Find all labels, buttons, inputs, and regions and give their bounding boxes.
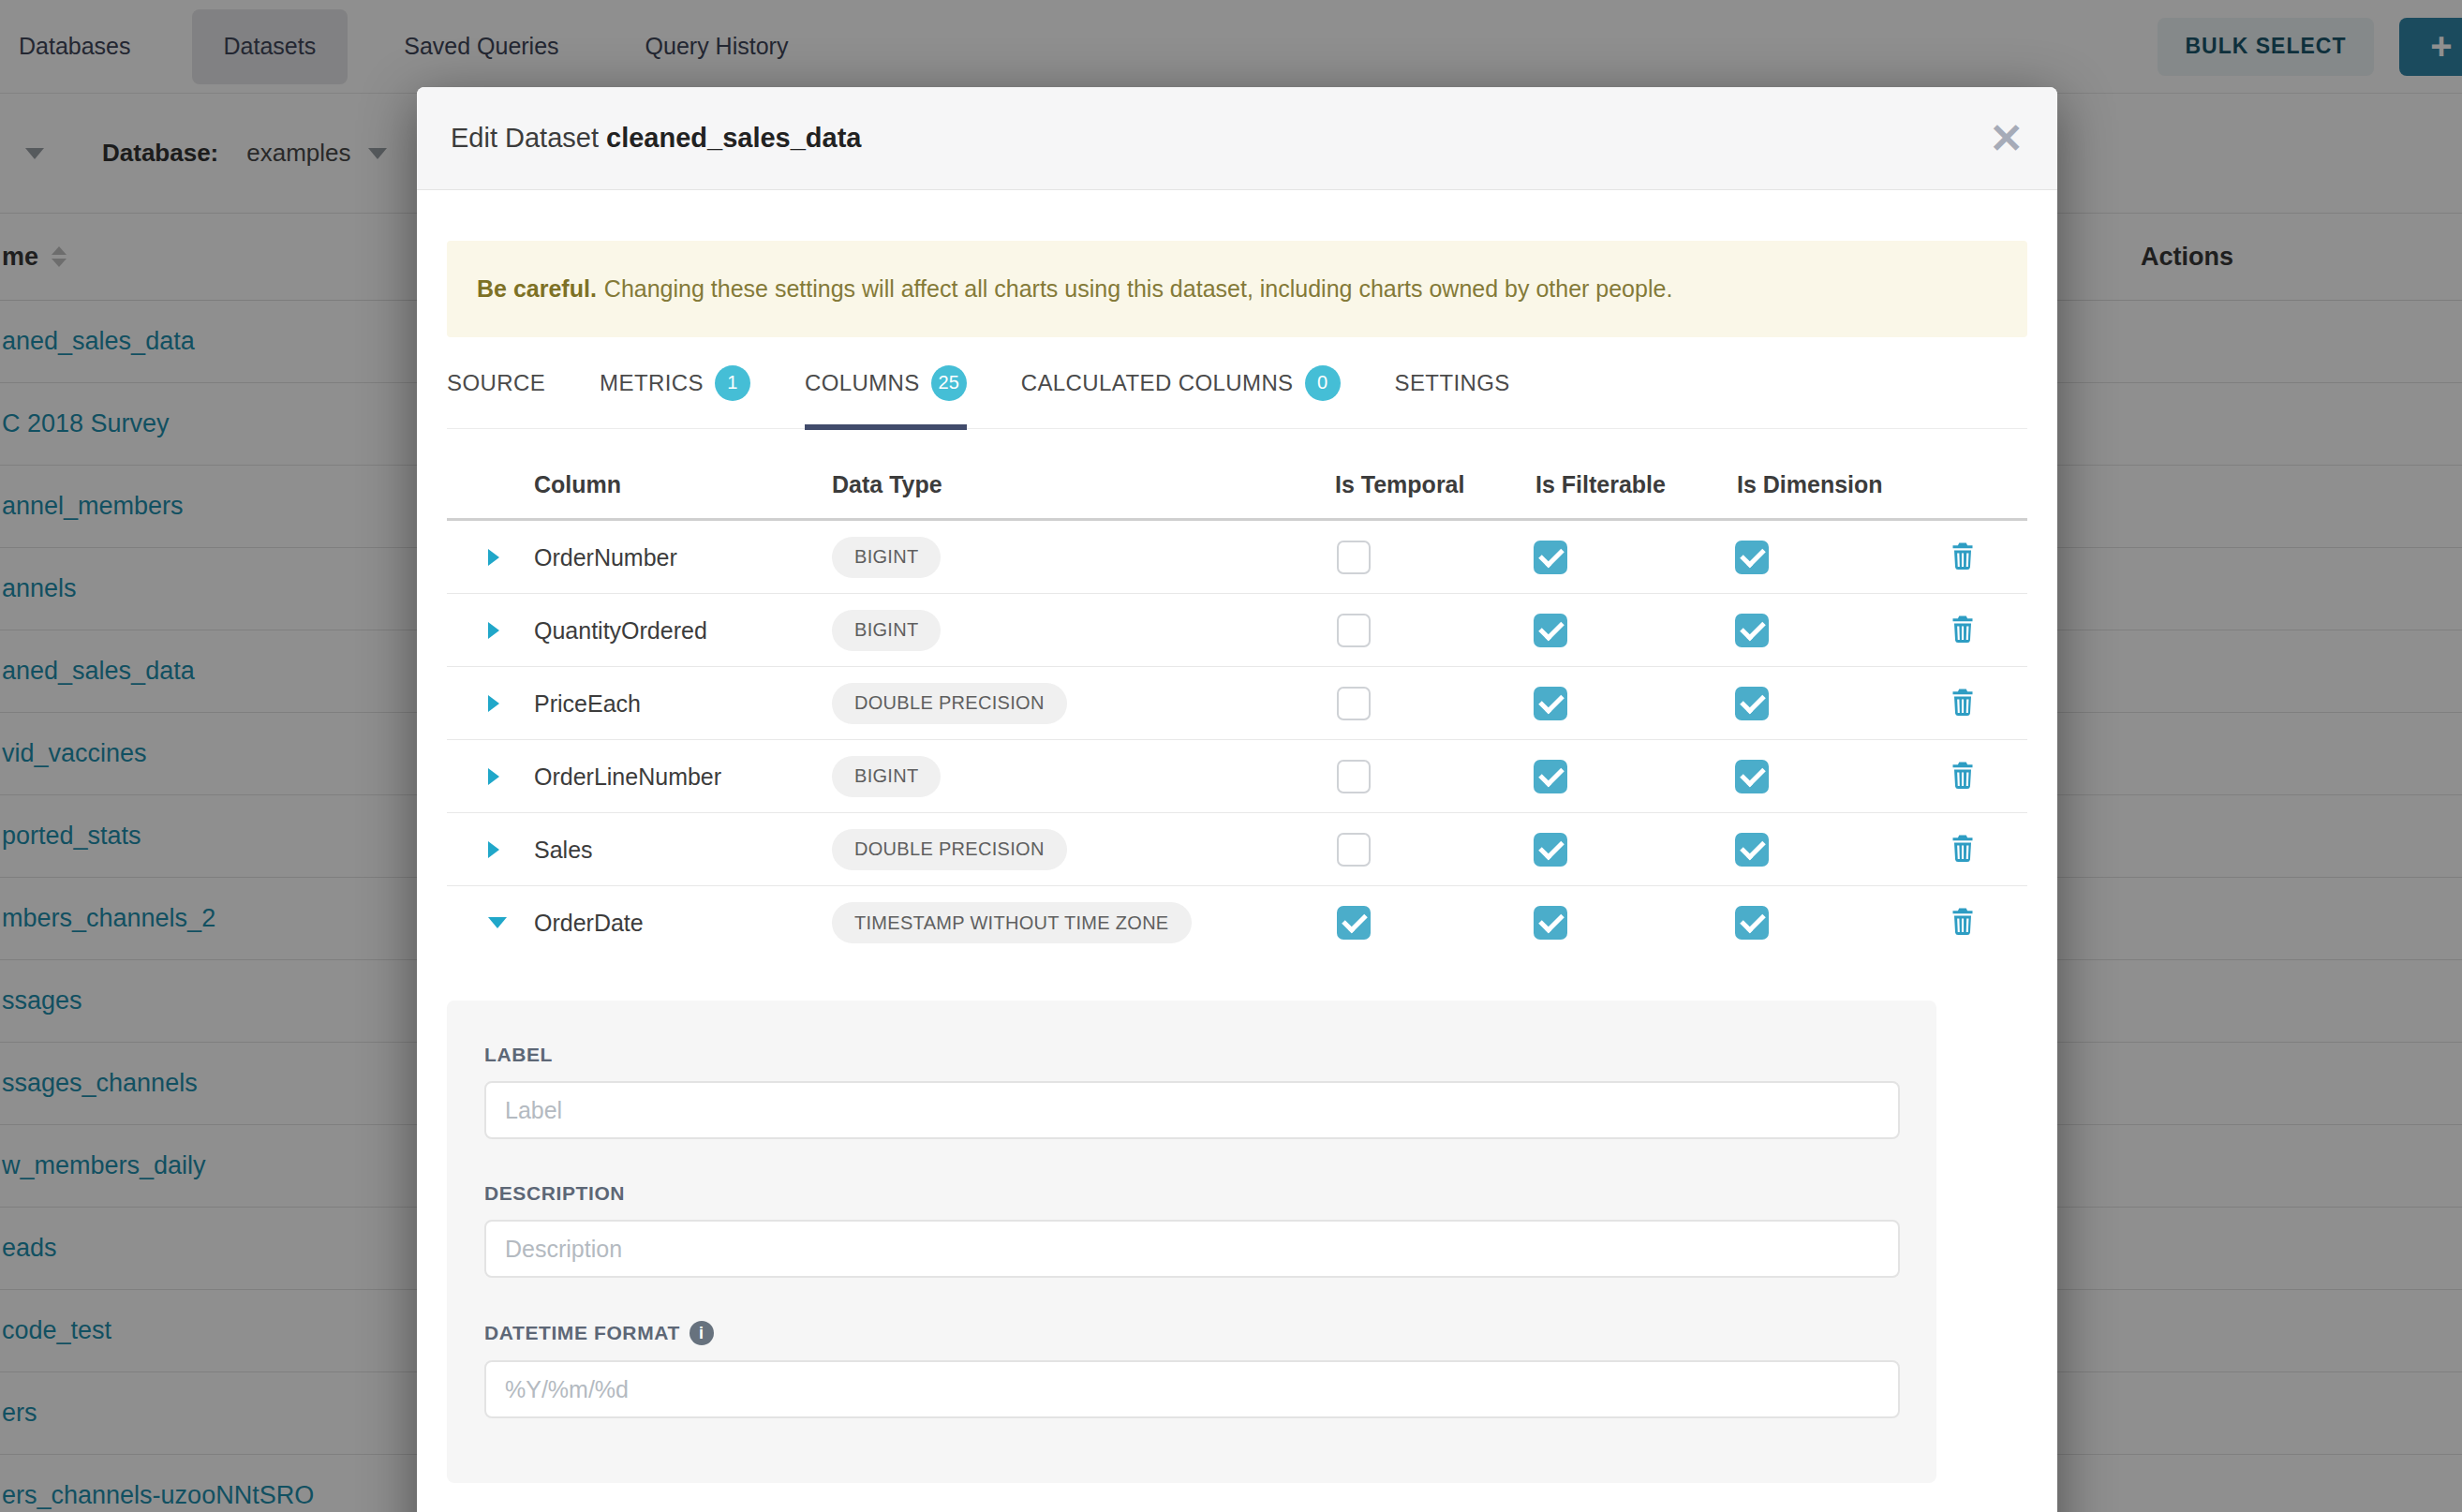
column-row: Sales DOUBLE PRECISION <box>447 813 2027 886</box>
label-field-label: LABEL <box>484 1044 1899 1066</box>
delete-column-icon[interactable] <box>1946 685 1980 722</box>
delete-column-icon[interactable] <box>1946 612 1980 649</box>
modal-tabs: SOURCE METRICS 1 COLUMNS 25 CALCULATED C… <box>447 337 2027 429</box>
tab-calculated-columns[interactable]: CALCULATED COLUMNS 0 <box>1021 337 1341 429</box>
is-filterable-checkbox[interactable] <box>1534 541 1567 574</box>
is-filterable-checkbox[interactable] <box>1534 833 1567 867</box>
tab-columns[interactable]: COLUMNS 25 <box>805 337 967 429</box>
data-type-pill: BIGINT <box>832 610 941 651</box>
column-detail-panel: LABEL DESCRIPTION DATETIME FORMATi <box>447 1001 1936 1483</box>
info-icon[interactable]: i <box>690 1321 714 1345</box>
metrics-count-badge: 1 <box>715 365 750 401</box>
is-filterable-checkbox[interactable] <box>1534 760 1567 793</box>
data-type-pill: DOUBLE PRECISION <box>832 829 1067 870</box>
is-dimension-checkbox[interactable] <box>1735 614 1769 647</box>
collapse-caret-icon[interactable] <box>488 917 507 928</box>
tab-metrics[interactable]: METRICS 1 <box>600 337 750 429</box>
label-input[interactable] <box>484 1081 1900 1139</box>
description-input[interactable] <box>484 1220 1900 1278</box>
delete-column-icon[interactable] <box>1946 904 1980 941</box>
delete-column-icon[interactable] <box>1946 758 1980 795</box>
is-filterable-checkbox[interactable] <box>1534 614 1567 647</box>
delete-column-icon[interactable] <box>1946 831 1980 868</box>
is-filterable-checkbox[interactable] <box>1534 906 1567 940</box>
is-dimension-checkbox[interactable] <box>1735 687 1769 720</box>
modal-header: Edit Dataset cleaned_sales_data ✕ <box>417 87 2057 190</box>
data-type-pill: TIMESTAMP WITHOUT TIME ZONE <box>832 902 1192 943</box>
datasets-page: Databases Datasets Saved Queries Query H… <box>0 0 2462 1512</box>
edit-dataset-modal: Edit Dataset cleaned_sales_data ✕ Be car… <box>417 87 2057 1512</box>
expand-caret-icon[interactable] <box>488 841 499 858</box>
expand-caret-icon[interactable] <box>488 768 499 785</box>
tab-source[interactable]: SOURCE <box>447 337 545 429</box>
data-type-pill: BIGINT <box>832 756 941 797</box>
modal-title: Edit Dataset cleaned_sales_data <box>451 123 862 154</box>
column-row: OrderLineNumber BIGINT <box>447 740 2027 813</box>
expand-caret-icon[interactable] <box>488 622 499 639</box>
is-temporal-checkbox[interactable] <box>1337 687 1371 720</box>
is-dimension-checkbox[interactable] <box>1735 760 1769 793</box>
is-temporal-checkbox[interactable] <box>1337 833 1371 867</box>
data-type-pill: BIGINT <box>832 537 941 578</box>
is-temporal-checkbox[interactable] <box>1337 760 1371 793</box>
datetime-format-input[interactable] <box>484 1360 1900 1418</box>
columns-table-header: Column Data Type Is Temporal Is Filterab… <box>447 429 2027 521</box>
is-filterable-checkbox[interactable] <box>1534 687 1567 720</box>
expand-caret-icon[interactable] <box>488 549 499 566</box>
is-dimension-checkbox[interactable] <box>1735 833 1769 867</box>
delete-column-icon[interactable] <box>1946 539 1980 576</box>
column-row-expanded: OrderDate TIMESTAMP WITHOUT TIME ZONE <box>447 886 2027 959</box>
columns-count-badge: 25 <box>931 365 967 401</box>
modal-body: Be careful.Changing these settings will … <box>417 190 2057 1483</box>
column-row: QuantityOrdered BIGINT <box>447 594 2027 667</box>
description-field-label: DESCRIPTION <box>484 1182 1899 1205</box>
column-row: PriceEach DOUBLE PRECISION <box>447 667 2027 740</box>
is-temporal-checkbox[interactable] <box>1337 906 1371 940</box>
is-dimension-checkbox[interactable] <box>1735 541 1769 574</box>
is-temporal-checkbox[interactable] <box>1337 541 1371 574</box>
calculated-columns-count-badge: 0 <box>1305 365 1341 401</box>
data-type-pill: DOUBLE PRECISION <box>832 683 1067 724</box>
datetime-format-field-label: DATETIME FORMATi <box>484 1321 1899 1345</box>
close-icon[interactable]: ✕ <box>1989 118 2024 159</box>
is-temporal-checkbox[interactable] <box>1337 614 1371 647</box>
column-row: OrderNumber BIGINT <box>447 521 2027 594</box>
expand-caret-icon[interactable] <box>488 695 499 712</box>
tab-settings[interactable]: SETTINGS <box>1395 337 1510 429</box>
is-dimension-checkbox[interactable] <box>1735 906 1769 940</box>
warning-banner: Be careful.Changing these settings will … <box>447 241 2027 337</box>
